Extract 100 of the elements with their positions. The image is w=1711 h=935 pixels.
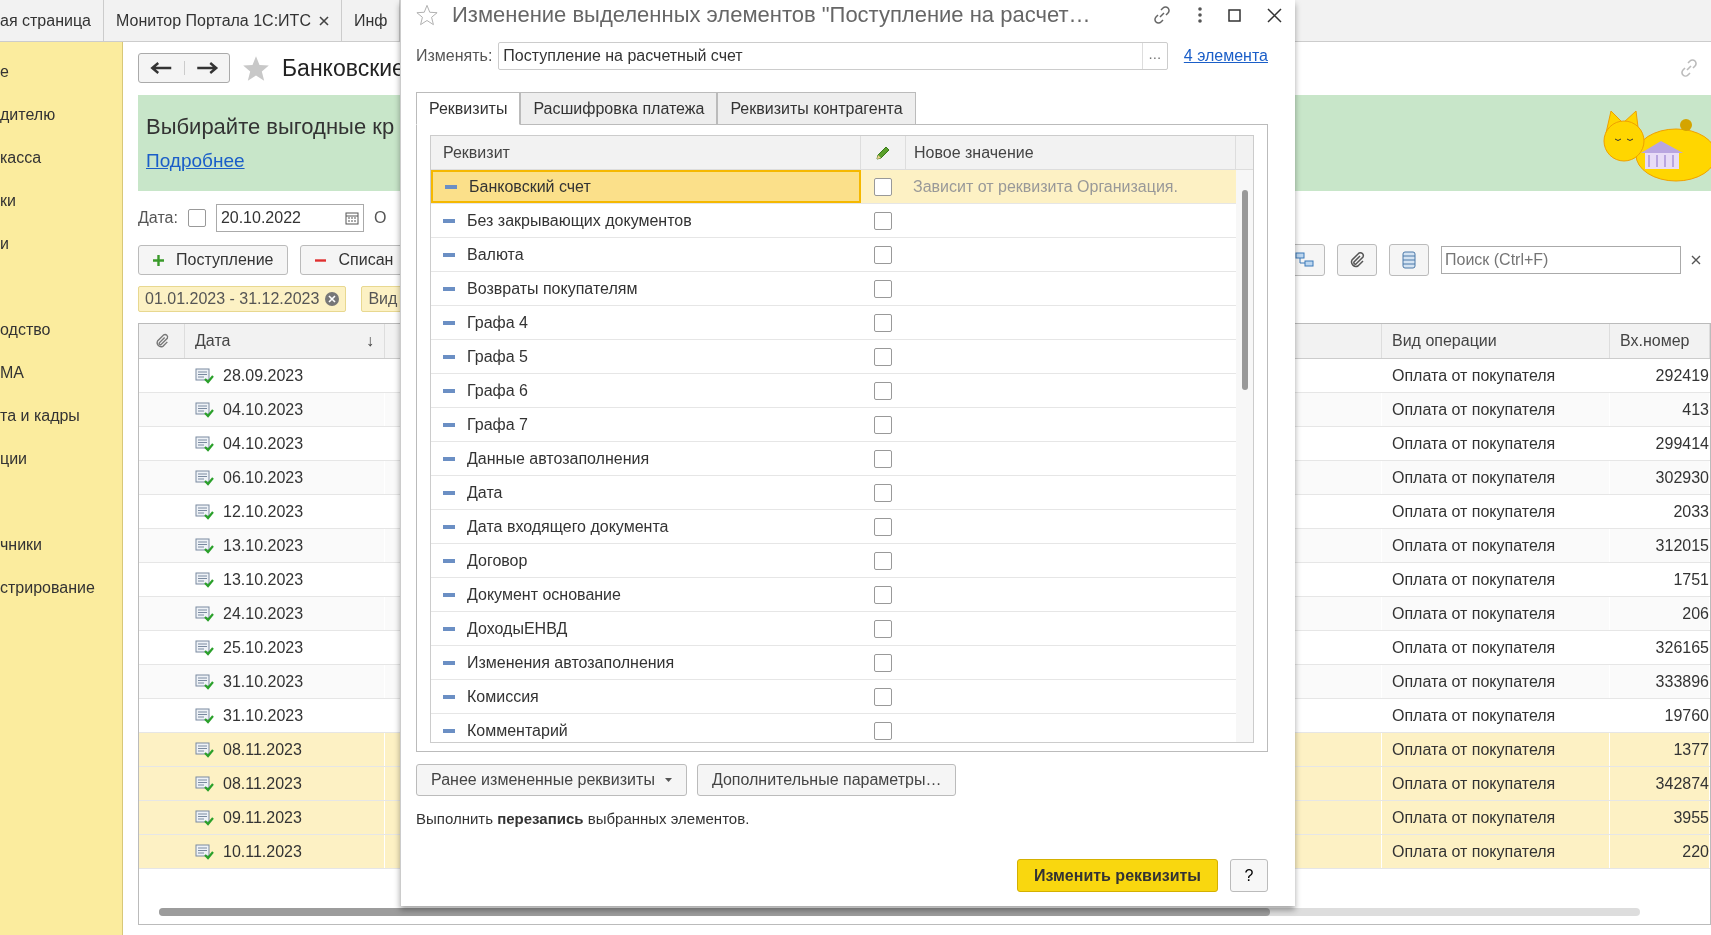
- sidebar-item[interactable]: стрирование: [0, 566, 122, 609]
- checkbox[interactable]: [874, 177, 892, 196]
- table-cell: Дата: [431, 476, 861, 509]
- more-icon[interactable]: [1198, 7, 1202, 23]
- attribute-icon: [443, 558, 455, 563]
- attribute-icon: [443, 728, 455, 733]
- list-icon: [1402, 251, 1416, 269]
- attribute-icon: [443, 354, 455, 359]
- vertical-scrollbar[interactable]: [1236, 170, 1253, 742]
- date-checkbox[interactable]: [187, 209, 206, 227]
- sidebar-item[interactable]: одство: [0, 308, 122, 351]
- attribute-icon: [443, 218, 455, 223]
- posted-document-icon: [195, 775, 215, 792]
- table-cell: 24.10.2023: [185, 597, 385, 630]
- sort-arrow[interactable]: ↓: [366, 332, 374, 350]
- checkbox[interactable]: [874, 653, 892, 672]
- attachment-button[interactable]: [1337, 244, 1377, 276]
- table-cell: 09.11.2023: [185, 801, 385, 834]
- table-cell: 326165: [1610, 631, 1710, 664]
- maximize-icon[interactable]: [1228, 8, 1241, 22]
- posted-document-icon: [195, 401, 215, 418]
- table-cell: 312015: [1610, 529, 1710, 562]
- checkbox[interactable]: [874, 517, 892, 536]
- tab[interactable]: Реквизиты контрагента: [717, 92, 916, 125]
- table-cell: Оплата от покупателя: [1382, 393, 1610, 426]
- table-cell: Графа 4: [431, 306, 861, 339]
- checkbox[interactable]: [874, 313, 892, 332]
- banner-link[interactable]: Подробнее: [146, 150, 395, 172]
- table-cell: Договор: [431, 544, 861, 577]
- browser-tab[interactable]: Монитор Портала 1С:ИТС: [103, 0, 342, 41]
- attribute-icon: [443, 286, 455, 291]
- sidebar-item[interactable]: ки: [0, 179, 122, 222]
- header-cell[interactable]: Вид операции: [1382, 324, 1610, 358]
- sidebar-item[interactable]: та и кадры: [0, 394, 122, 437]
- object-type-field[interactable]: Поступление на расчетный счет ...: [498, 42, 1168, 70]
- paperclip-icon: [1348, 251, 1366, 269]
- close-icon[interactable]: [318, 15, 329, 26]
- choice-button[interactable]: ...: [1141, 43, 1167, 69]
- dialog-title: Изменение выделенных элементов "Поступление на расчет…: [452, 2, 1091, 28]
- browser-tab[interactable]: ая страница: [0, 0, 104, 41]
- horizontal-scrollbar[interactable]: [159, 908, 1640, 916]
- clear-search-icon[interactable]: [1691, 255, 1701, 265]
- sidebar-item[interactable]: дителю: [0, 93, 122, 136]
- elements-count-link[interactable]: 4 элемента: [1183, 47, 1268, 65]
- date-field[interactable]: 20.10.2022: [215, 204, 364, 232]
- checkbox[interactable]: [874, 245, 892, 264]
- sidebar-item[interactable]: МА: [0, 351, 122, 394]
- secondary-button[interactable]: Дополнительные параметры…: [696, 764, 957, 796]
- sidebar-item[interactable]: чники: [0, 523, 122, 566]
- filter-chip[interactable]: 01.01.2023 - 31.12.2023: [138, 286, 347, 312]
- star-icon[interactable]: [416, 4, 438, 26]
- sidebar-item[interactable]: е: [0, 50, 122, 93]
- table-cell: 06.10.2023: [185, 461, 385, 494]
- attribute-icon: [443, 694, 455, 699]
- checkbox[interactable]: [874, 619, 892, 638]
- help-button[interactable]: ?: [1230, 859, 1268, 892]
- star-icon[interactable]: [242, 54, 270, 82]
- list-button[interactable]: [1389, 244, 1429, 276]
- checkbox[interactable]: [874, 381, 892, 400]
- checkbox[interactable]: [874, 415, 892, 434]
- link-icon[interactable]: [1152, 5, 1172, 25]
- header-cell[interactable]: Дата ↓: [185, 324, 385, 358]
- sidebar-item[interactable]: ции: [0, 437, 122, 480]
- table-cell: Оплата от покупателя: [1382, 427, 1610, 460]
- table-cell: Оплата от покупателя: [1382, 699, 1610, 732]
- search-field[interactable]: Поиск (Ctrl+F): [1441, 246, 1681, 274]
- posted-document-icon: [195, 639, 215, 656]
- checkbox[interactable]: [874, 211, 892, 230]
- checkbox[interactable]: [874, 347, 892, 366]
- posted-document-icon: [195, 537, 215, 554]
- checkbox[interactable]: [874, 551, 892, 570]
- attribute-icon: [443, 320, 455, 325]
- table-cell: Валюта: [431, 238, 861, 271]
- remove-icon[interactable]: [325, 292, 340, 306]
- tab[interactable]: Реквизиты: [416, 92, 521, 125]
- sidebar-item[interactable]: касса: [0, 136, 122, 179]
- header-cell[interactable]: Вх.номер: [1610, 324, 1710, 358]
- checkbox[interactable]: [874, 585, 892, 604]
- secondary-button[interactable]: Ранее измененные реквизиты: [416, 764, 687, 796]
- toolbar-button[interactable]: Поступление: [138, 245, 289, 275]
- tab[interactable]: Расшифровка платежа: [520, 92, 718, 125]
- attribute-icon: [443, 626, 455, 631]
- sidebar-item[interactable]: и: [0, 222, 122, 265]
- table-cell: Изменения автозаполнения: [431, 646, 861, 679]
- table-cell: Банковский счет: [431, 170, 861, 203]
- checkbox[interactable]: [874, 721, 892, 740]
- calendar-icon[interactable]: [344, 211, 359, 225]
- posted-document-icon: [195, 469, 215, 486]
- checkbox[interactable]: [874, 449, 892, 468]
- table-cell: Оплата от покупателя: [1382, 767, 1610, 800]
- table-cell: 31.10.2023: [185, 665, 385, 698]
- table-cell: ДоходыЕНВД: [431, 612, 861, 645]
- apply-button[interactable]: Изменить реквизиты: [1016, 859, 1218, 892]
- checkbox[interactable]: [874, 279, 892, 298]
- table-cell: Комиссия: [431, 680, 861, 713]
- checkbox[interactable]: [874, 483, 892, 502]
- checkbox[interactable]: [874, 687, 892, 706]
- close-icon[interactable]: [1267, 7, 1282, 23]
- posted-document-icon: [195, 843, 215, 860]
- posted-document-icon: [195, 809, 215, 826]
